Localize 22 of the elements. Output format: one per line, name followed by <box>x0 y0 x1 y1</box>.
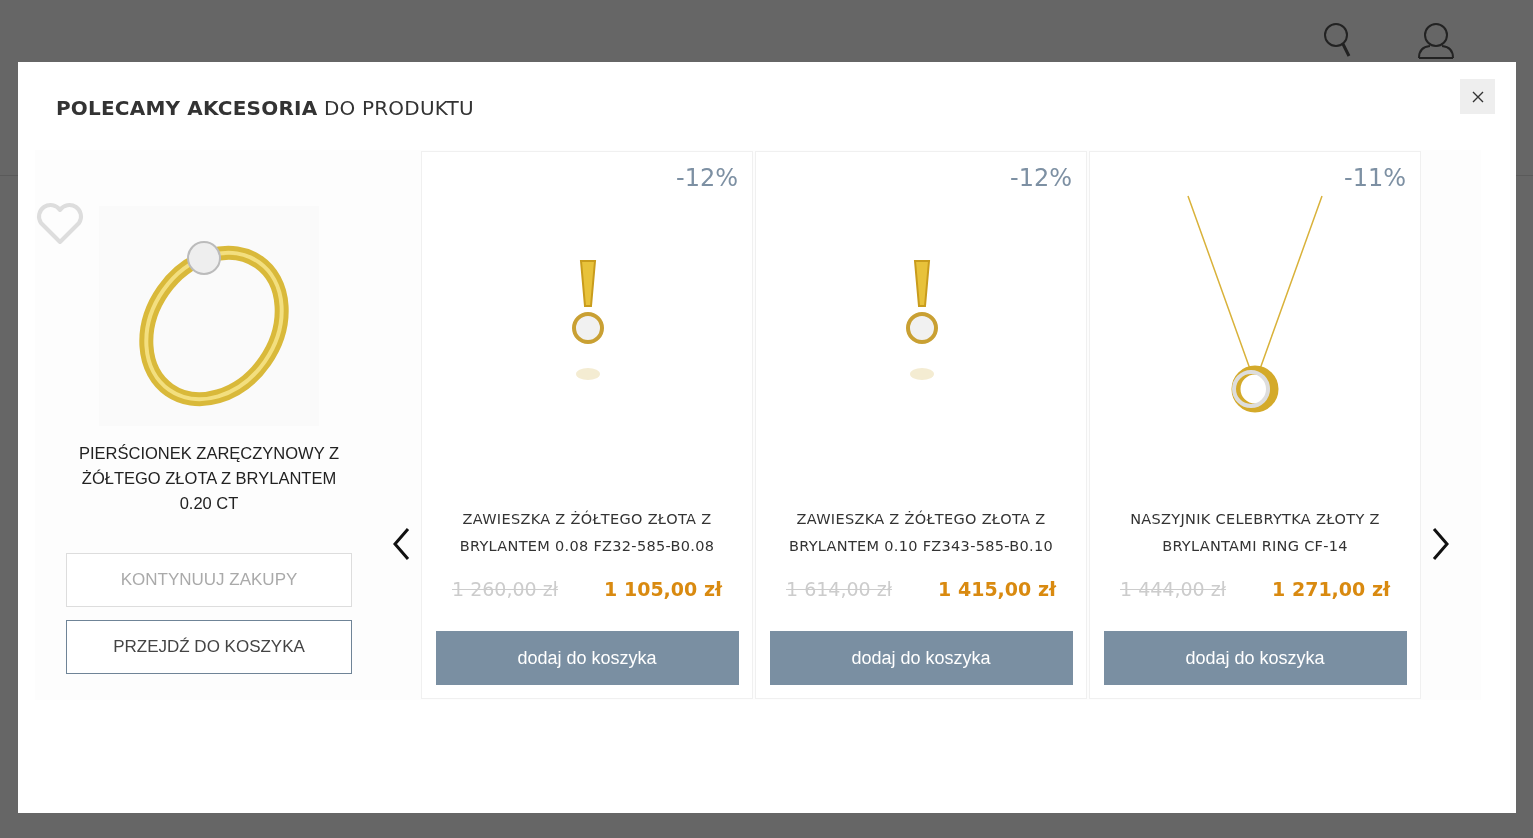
add-to-cart-button[interactable]: dodaj do koszyka <box>1103 631 1407 685</box>
close-button[interactable] <box>1460 79 1495 114</box>
go-to-cart-button[interactable]: PRZEJDŹ DO KOSZYKA <box>66 620 352 674</box>
discount-label: -12% <box>1010 164 1072 194</box>
add-to-cart-button[interactable]: dodaj do koszyka <box>435 631 739 685</box>
sale-price: 1 415,00 zł <box>938 578 1056 600</box>
product-name: ZAWIESZKA Z ŻÓŁTEGO ZŁOTA Z BRYLANTEM 0.10 FZ343-585-B0.10 <box>788 509 1054 556</box>
product-name: ZAWIESZKA Z ŻÓŁTEGO ZŁOTA Z BRYLANTEM 0.08 FZ32-585-B0.08 <box>458 509 716 556</box>
modal-title: POLECAMY AKCESORIA DO PRODUKTU <box>56 96 474 120</box>
continue-shopping-button[interactable]: KONTYNUUJ ZAKUPY <box>66 553 352 607</box>
chevron-left-icon[interactable] <box>392 527 412 561</box>
chevron-right-icon[interactable] <box>1430 527 1450 561</box>
add-to-cart-button[interactable]: dodaj do koszyka <box>769 631 1073 685</box>
user-icon[interactable] <box>1416 22 1456 60</box>
product-name: NASZYJNIK CELEBRYTKA ZŁOTY Z BRYLANTAMI RING CF-14 <box>1129 510 1381 556</box>
search-icon[interactable] <box>1323 22 1353 58</box>
sale-price: 1 271,00 zł <box>1272 578 1390 600</box>
close-icon <box>1471 90 1484 103</box>
discount-label: -11% <box>1344 164 1406 194</box>
product-name: PIERŚCIONEK ZARĘCZYNOWY Z ŻÓŁTEGO ZŁOTA Z BRYLANTEM 0.20 CT <box>77 443 341 514</box>
sale-price: 1 105,00 zł <box>604 578 722 600</box>
discount-label: -12% <box>676 164 738 194</box>
